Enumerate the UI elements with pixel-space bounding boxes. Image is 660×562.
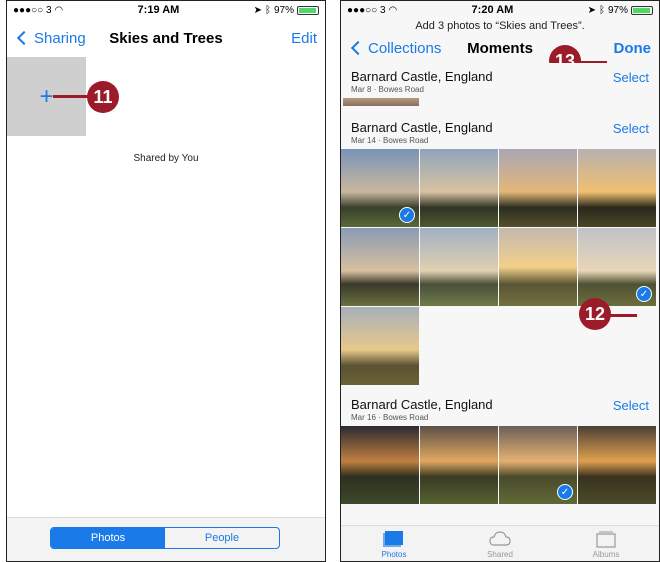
bluetooth-icon: ᛒ [264, 4, 271, 16]
plus-icon: + [39, 82, 54, 110]
back-button[interactable]: Sharing [15, 30, 86, 47]
photo-thumbnail[interactable]: ✓ [578, 228, 656, 306]
tab-shared[interactable]: Shared [447, 526, 553, 561]
location-icon: ➤ [253, 4, 262, 16]
checkmark-icon: ✓ [636, 286, 652, 302]
battery-icon [631, 5, 653, 15]
moment-location: Barnard Castle, England [351, 397, 493, 412]
shared-by-label: Shared by You [133, 153, 199, 164]
select-button[interactable]: Select [613, 121, 649, 136]
bluetooth-icon: ᛒ [598, 4, 605, 16]
right-phone-screen: ●●●○○ 3 ◠ 7:20 AM ➤ ᛒ 97% Add 3 photos to “… [340, 0, 660, 562]
photo-thumbnail[interactable]: ✓ [499, 426, 577, 504]
callout-arrow [607, 314, 637, 317]
cloud-icon [489, 531, 511, 546]
photo-thumbnail[interactable]: ✓ [341, 149, 419, 227]
photo-thumbnail[interactable] [578, 426, 656, 504]
moment-subtitle: Mar 14 · Bowes Road [351, 136, 429, 145]
photo-thumbnail[interactable] [341, 426, 419, 504]
tab-bar: Photos Shared Albums [341, 525, 659, 561]
step-callout-check: 12 [579, 298, 611, 330]
select-button[interactable]: Select [613, 398, 649, 413]
select-button[interactable]: Select [613, 70, 649, 85]
segment-people[interactable]: People [165, 528, 279, 548]
photo-thumbnail[interactable] [420, 149, 498, 227]
moment-location: Barnard Castle, England [351, 120, 493, 135]
battery-percent: 97% [273, 4, 294, 16]
photo-thumbnail[interactable] [499, 149, 577, 227]
battery-icon [297, 5, 319, 15]
segment-photos[interactable]: Photos [51, 528, 165, 548]
moment-subtitle: Mar 8 · Bowes Road [351, 85, 424, 94]
location-icon: ➤ [587, 4, 596, 16]
status-time: 7:19 AM [137, 4, 180, 16]
photo-grid: ✓ ✓ [341, 149, 659, 385]
chevron-left-icon [350, 40, 366, 56]
moment-subtitle: Mar 16 · Bowes Road [351, 413, 429, 422]
photo-grid: ✓ [341, 426, 659, 504]
add-photos-prompt: Add 3 photos to “Skies and Trees”. [415, 20, 585, 32]
carrier-signal: ●●●○○ 3 [347, 4, 386, 16]
tab-photos[interactable]: Photos [341, 526, 447, 561]
left-phone-screen: ●●●○○ 3 ◠ 7:19 AM ➤ ᛒ 97% Sharing Skies and… [6, 0, 326, 562]
photo-thumbnail[interactable] [420, 228, 498, 306]
done-button[interactable]: Done [614, 40, 652, 57]
photo-thumbnail[interactable] [578, 149, 656, 227]
photo-thumbnail[interactable] [499, 228, 577, 306]
step-callout: 11 [87, 81, 119, 113]
photo-thumbnail[interactable] [341, 228, 419, 306]
moment-header: Barnard Castle, England Mar 8 · Bowes Ro… [341, 63, 659, 98]
navigation-bar: Sharing Skies and Trees Edit [7, 19, 325, 57]
photo-thumbnail[interactable] [420, 426, 498, 504]
battery-percent: 97% [607, 4, 628, 16]
status-time: 7:20 AM [471, 4, 514, 16]
status-bar: ●●●○○ 3 ◠ 7:19 AM ➤ ᛒ 97% [7, 1, 325, 19]
moment-location: Barnard Castle, England [351, 69, 493, 84]
chevron-left-icon [16, 30, 32, 46]
navigation-bar: Collections Moments Done [341, 33, 659, 63]
carrier-signal: ●●●○○ 3 [13, 4, 52, 16]
edit-button[interactable]: Edit [291, 30, 317, 47]
back-button[interactable]: Collections [349, 40, 441, 57]
photos-tab-icon [383, 531, 403, 547]
wifi-icon: ◠ [54, 4, 64, 16]
wifi-icon: ◠ [388, 4, 398, 16]
photo-thumbnail[interactable] [341, 307, 419, 385]
checkmark-icon: ✓ [399, 207, 415, 223]
tab-albums[interactable]: Albums [553, 526, 659, 561]
status-bar: ●●●○○ 3 ◠ 7:20 AM ➤ ᛒ 97% [341, 1, 659, 19]
segmented-control: Photos People [50, 527, 280, 549]
checkmark-icon: ✓ [557, 484, 573, 500]
albums-icon [596, 531, 616, 548]
moment-header: Barnard Castle, England Mar 14 · Bowes R… [341, 114, 659, 149]
moment-header: Barnard Castle, England Mar 16 · Bowes R… [341, 391, 659, 426]
moments-list: Barnard Castle, England Mar 8 · Bowes Ro… [341, 63, 659, 504]
photo-thumbnail-partial[interactable] [343, 98, 419, 106]
